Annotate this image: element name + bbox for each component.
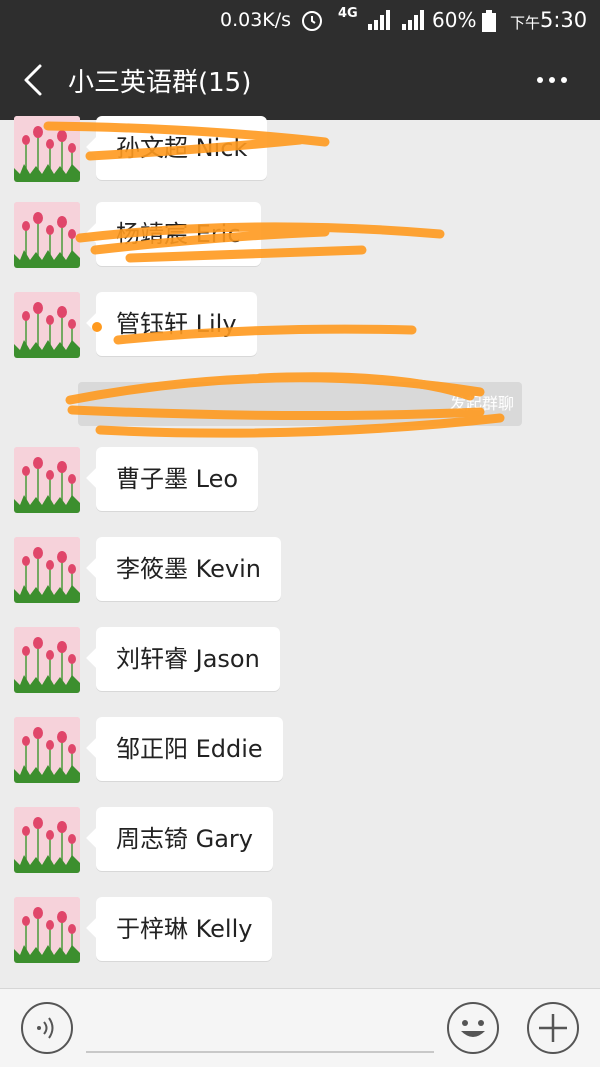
message-bubble[interactable]: 管钰轩 Lily (96, 292, 257, 356)
avatar[interactable] (14, 447, 80, 513)
input-bar (0, 988, 600, 1067)
message-bubble[interactable]: 周志锜 Gary (96, 807, 274, 871)
message-bubble[interactable]: 李筱墨 Kevin (96, 537, 282, 601)
top-bar: 0.03K/s 4G 60% 下午 5:30 小三英语群(15) (0, 0, 600, 120)
title-bar: 小三英语群(15) (0, 40, 600, 120)
tulip-avatar-image (14, 717, 80, 783)
emoji-icon[interactable] (446, 1001, 500, 1055)
avatar[interactable] (14, 627, 80, 693)
chat-title: 小三英语群(15) (68, 68, 252, 98)
tulip-avatar-image (14, 537, 80, 603)
tulip-avatar-image (14, 116, 80, 182)
message-bubble[interactable]: 刘轩睿 Jason (96, 627, 280, 691)
clock-time: 5:30 (540, 8, 588, 32)
network-speed: 0.03K/s (220, 9, 292, 31)
avatar[interactable] (14, 202, 80, 268)
more-icon[interactable] (530, 65, 574, 95)
network-4g-label: 4G (338, 6, 358, 21)
plus-icon[interactable] (526, 1001, 580, 1055)
tulip-avatar-image (14, 897, 80, 963)
redaction-scribbles (43, 121, 505, 438)
back-arrow-icon[interactable] (14, 58, 54, 102)
tulip-avatar-image (14, 447, 80, 513)
tulip-avatar-image (14, 202, 80, 268)
avatar[interactable] (14, 717, 80, 783)
message-bubble[interactable]: 于梓琳 Kelly (96, 897, 273, 961)
avatar[interactable] (14, 116, 80, 182)
status-bar: 0.03K/s 4G 60% 下午 5:30 (0, 0, 600, 40)
signal-icon (368, 10, 390, 30)
avatar[interactable] (14, 897, 80, 963)
message-bubble[interactable]: 杨靖宸 Eric (96, 202, 261, 266)
signal-icon (402, 10, 424, 30)
avatar[interactable] (14, 807, 80, 873)
time-prefix: 下午 (510, 14, 541, 32)
battery-icon (482, 10, 496, 32)
avatar[interactable] (14, 292, 80, 358)
tulip-avatar-image (14, 807, 80, 873)
message-bubble[interactable]: 邹正阳 Eddie (96, 717, 283, 781)
message-bubble[interactable]: 曹子墨 Leo (96, 447, 259, 511)
system-message: 发起群聊 (78, 382, 522, 426)
tulip-avatar-image (14, 627, 80, 693)
tulip-avatar-image (14, 292, 80, 358)
avatar[interactable] (14, 537, 80, 603)
message-bubble[interactable]: 孙文超 Nick (96, 116, 268, 180)
voice-icon[interactable] (20, 1001, 74, 1055)
battery-percent: 60% (432, 8, 477, 32)
alarm-icon (302, 11, 322, 31)
message-input[interactable] (86, 1051, 434, 1053)
